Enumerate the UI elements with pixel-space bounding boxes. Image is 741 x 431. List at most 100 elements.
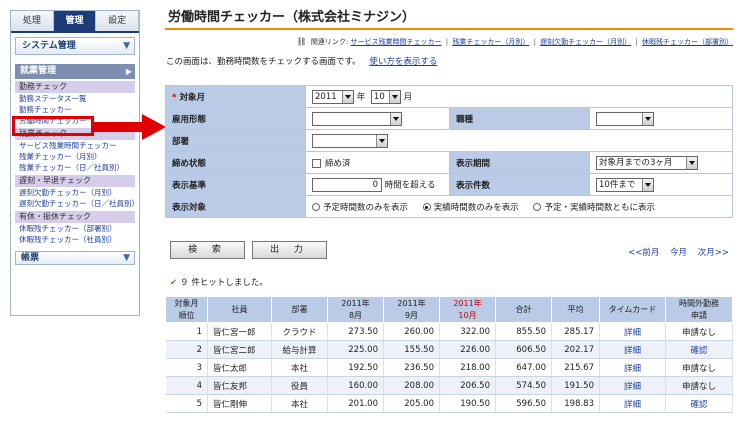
month-1-cell: 201.00 <box>327 394 384 413</box>
overtime-request-cell[interactable]: 確認 <box>665 340 733 359</box>
triangle-right-icon: ▶ <box>125 67 132 76</box>
dropdown-arrow-icon <box>376 134 387 147</box>
overtime-request-cell: 申請なし <box>665 358 733 377</box>
radio-button[interactable] <box>533 203 542 211</box>
group-attendance-check: 勤務チェック <box>15 81 135 93</box>
related-link-leave-department[interactable]: 休暇残チェッカー（部署別） <box>642 38 733 46</box>
month-1-cell: 273.50 <box>327 322 384 341</box>
department-select[interactable] <box>312 133 388 148</box>
radio-scheduled-only[interactable]: 予定時間数のみを表示 <box>312 203 408 213</box>
section-work-management[interactable]: 就業管理 ▶ <box>15 64 135 79</box>
overtime-request-cell[interactable]: 確認 <box>665 394 733 413</box>
employment-type-cell <box>305 107 450 130</box>
tab-processing[interactable]: 処理 <box>11 11 54 31</box>
dropdown-arrow-icon <box>388 90 400 103</box>
sidebar-tabs: 処理 管理 設定 <box>11 11 140 33</box>
results-table: 対象月 順位 社員 部署 2011年 8月 2011年 9月 2011年 10月… <box>165 296 733 413</box>
basis-hours-input[interactable]: 0 <box>312 177 382 192</box>
employment-type-select[interactable] <box>312 111 402 126</box>
average-cell: 191.50 <box>551 376 600 395</box>
description-text: この画面は、勤務時間数をチェックする画面です。 <box>166 57 361 67</box>
radio-button[interactable] <box>422 203 431 211</box>
link-chain-icon: ⛓ <box>296 37 307 46</box>
search-button[interactable]: 検 索 <box>170 241 245 259</box>
year-select[interactable]: 2011 <box>312 89 354 104</box>
job-type-label: 職種 <box>449 107 590 130</box>
reports-label: 帳票 <box>21 253 40 263</box>
job-type-select[interactable] <box>596 111 654 126</box>
month-2-cell: 155.50 <box>383 340 440 359</box>
month-select[interactable]: 10 <box>370 89 401 104</box>
output-button[interactable]: 出 力 <box>252 241 327 259</box>
sidebar-item-late-monthly[interactable]: 遅刻欠勤チェッカー（月別） <box>15 187 135 198</box>
table-header-row: 対象月 順位 社員 部署 2011年 8月 2011年 9月 2011年 10月… <box>165 296 733 323</box>
total-cell: 606.50 <box>495 340 552 359</box>
sidebar-item-service-overtime[interactable]: サービス残業時間チェッカー <box>15 140 135 151</box>
col-employee: 社員 <box>207 296 272 323</box>
col-total: 合計 <box>495 296 552 323</box>
related-link-overtime-monthly[interactable]: 残業チェッカー（月別） <box>452 38 529 46</box>
month-3-cell: 322.00 <box>439 322 496 341</box>
triangle-down-icon: ▼ <box>123 253 130 263</box>
timecard-detail-link[interactable]: 詳細 <box>599 358 666 377</box>
closing-status-cell: 締め済 <box>305 151 450 174</box>
display-count-label: 表示件数 <box>449 173 590 196</box>
timecard-detail-link[interactable]: 詳細 <box>599 322 666 341</box>
closed-checkbox[interactable] <box>312 158 321 168</box>
timecard-detail-link[interactable]: 詳細 <box>599 340 666 359</box>
separator: | <box>635 38 638 46</box>
employee-cell: 皆仁太郎 <box>207 358 272 377</box>
average-cell: 285.17 <box>551 322 600 341</box>
department-cell: 本社 <box>271 358 328 377</box>
employee-cell: 皆仁友邦 <box>207 376 272 395</box>
total-cell: 574.50 <box>495 376 552 395</box>
separator: | <box>445 38 449 46</box>
sidebar-item-late-daily[interactable]: 遅刻欠勤チェッカー（日／社員別） <box>15 198 135 209</box>
target-month-label: * 対象月 <box>165 85 306 108</box>
radio-button[interactable] <box>312 203 320 211</box>
radio-both[interactable]: 予定・実績時間数ともに表示 <box>533 203 655 213</box>
dropdown-arrow-icon <box>642 178 653 191</box>
year-unit: 年 <box>356 92 366 102</box>
sidebar-item-overtime-monthly[interactable]: 残業チェッカー（月別） <box>15 151 135 162</box>
month-2-cell: 205.00 <box>383 394 440 413</box>
related-link-service-overtime[interactable]: サービス残業時間チェッカー <box>351 38 442 46</box>
prev-month-link[interactable]: <<前月 <box>628 248 659 258</box>
department-cell <box>305 129 733 152</box>
col-timecard: タイムカード <box>599 296 666 323</box>
this-month-link[interactable]: 今月 <box>670 248 687 258</box>
overtime-request-cell: 申請なし <box>665 322 733 341</box>
closed-checkbox-label: 締め済 <box>325 158 351 169</box>
sidebar-item-overtime-daily[interactable]: 残業チェッカー（日／社員別） <box>15 162 135 173</box>
timecard-detail-link[interactable]: 詳細 <box>599 394 666 413</box>
average-cell: 198.83 <box>551 394 600 413</box>
next-month-link[interactable]: 次月>> <box>698 248 729 258</box>
system-management-selector[interactable]: システム管理 ▼ <box>15 37 135 55</box>
related-link-late-monthly[interactable]: 遅刻欠勤チェッカー（月別） <box>540 38 631 46</box>
filter-form: * 対象月 2011 年 10 月 雇用形態 職種 部署 締め状態 締め済 表示期… <box>165 85 733 218</box>
tab-settings[interactable]: 設定 <box>96 11 140 31</box>
rank-cell: 1 <box>165 322 208 341</box>
department-cell: クラウド <box>271 322 328 341</box>
month-2-cell: 208.00 <box>383 376 440 395</box>
timecard-detail-link[interactable]: 詳細 <box>599 376 666 395</box>
group-late-early-check: 遅刻・早退チェック <box>15 175 135 187</box>
howto-link[interactable]: 使い方を表示する <box>369 57 437 67</box>
section-reports[interactable]: 帳票 ▼ <box>15 251 135 265</box>
tab-management[interactable]: 管理 <box>53 11 97 31</box>
month-navigation: <<前月 今月 次月>> <box>620 246 729 258</box>
closing-status-label: 締め状態 <box>165 151 306 174</box>
radio-actual-only[interactable]: 実績時間数のみを表示 <box>422 203 519 213</box>
highlight-box <box>12 116 94 136</box>
average-cell: 215.67 <box>551 358 600 377</box>
sidebar-item-leave-employee[interactable]: 休暇残チェッカー（社員別） <box>15 234 135 245</box>
table-row: 4 皆仁友邦 役員 160.00 208.00 206.50 574.50 191.50 詳細申… <box>165 376 733 395</box>
result-message: ✔ ９ 件ヒットしました。 <box>170 278 268 288</box>
display-period-select[interactable]: 対象月までの3ヶ月 <box>596 155 698 170</box>
total-cell: 647.00 <box>495 358 552 377</box>
display-count-select[interactable]: 10件まで <box>596 177 654 192</box>
sidebar-item-leave-department[interactable]: 休暇残チェッカー（部署別） <box>15 223 135 234</box>
sidebar-item-attendance-status[interactable]: 勤務ステータス一覧 <box>15 93 135 104</box>
col-department: 部署 <box>271 296 328 323</box>
target-month-cell: 2011 年 10 月 <box>305 85 733 108</box>
